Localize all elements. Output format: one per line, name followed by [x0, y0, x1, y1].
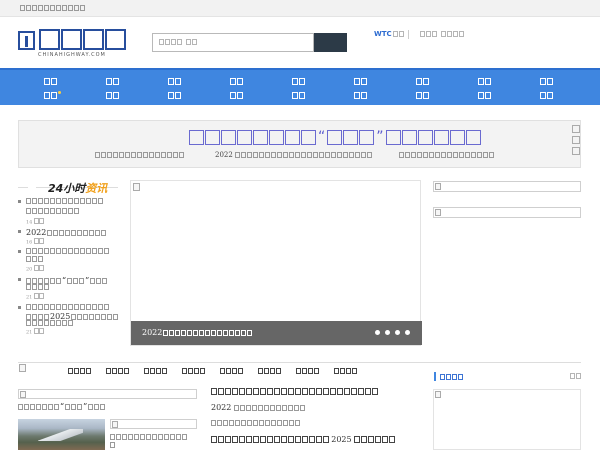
section-tab[interactable] [334, 367, 372, 375]
mid-news-headline[interactable] [211, 387, 378, 395]
broken-image-icon [20, 391, 26, 398]
logo-wordmark [39, 29, 126, 50]
feature-caption[interactable]: “” [18, 402, 106, 411]
nav-item[interactable] [540, 91, 553, 100]
slider-dot[interactable] [405, 330, 410, 335]
top-utility-bar [0, 0, 600, 17]
hot-dot-icon [58, 91, 61, 94]
right-ad-image[interactable] [433, 389, 581, 450]
nav-item[interactable] [230, 77, 243, 86]
slider-caption[interactable]: 2022 [131, 321, 422, 345]
nav-item[interactable] [106, 77, 119, 86]
headline-title[interactable]: “” [189, 129, 481, 145]
nav-item[interactable] [168, 77, 181, 86]
right-section-title[interactable] [434, 372, 463, 381]
nav-item[interactable] [540, 77, 553, 86]
nav-item[interactable] [416, 91, 429, 100]
top-utility-text[interactable] [20, 5, 85, 11]
ad-image[interactable] [433, 207, 581, 218]
thumb-image[interactable] [110, 419, 197, 429]
nav-item[interactable] [292, 77, 305, 86]
site-logo[interactable]: CHINAHIGHWAY.COM [18, 29, 126, 59]
logo-subtitle: CHINAHIGHWAY.COM [38, 52, 106, 58]
broken-image-icon [435, 183, 441, 190]
nav-item[interactable] [354, 91, 367, 100]
header-divider [408, 30, 409, 39]
section-tab[interactable] [106, 367, 144, 375]
section-tab[interactable] [296, 367, 334, 375]
search-input[interactable] [152, 33, 314, 52]
headline-slider[interactable]: 2022 [130, 180, 422, 346]
section-tab[interactable] [220, 367, 258, 375]
wtc-link[interactable]: WTC [374, 30, 404, 38]
thumb-caption[interactable] [110, 433, 197, 449]
nav-item[interactable] [44, 77, 57, 86]
slider-dot[interactable] [375, 330, 380, 335]
broken-image-icon [19, 364, 26, 372]
nav-item[interactable] [168, 91, 181, 100]
section-divider [18, 362, 581, 363]
nav-item[interactable] [416, 77, 429, 86]
headline-banner: “” 2022 [18, 120, 581, 168]
search-placeholder [159, 39, 197, 45]
feature-image[interactable] [18, 389, 197, 399]
nav-item[interactable] [478, 91, 491, 100]
headline-sub-1[interactable] [95, 151, 184, 159]
section-tab[interactable] [68, 367, 106, 375]
section-tab[interactable] [182, 367, 220, 375]
slider-dot[interactable] [385, 330, 390, 335]
broken-image-icon [435, 391, 441, 398]
headline-sub-2[interactable]: 2022 [215, 151, 373, 159]
nav-item-hot[interactable] [44, 91, 61, 100]
news-24h-title: 24小时资讯 [48, 182, 108, 195]
ad-image[interactable] [433, 181, 581, 192]
header-links[interactable] [420, 30, 464, 38]
nav-item[interactable] [230, 91, 243, 100]
landscape-photo[interactable] [18, 419, 105, 450]
nav-item[interactable] [292, 91, 305, 100]
mid-news-item[interactable] [211, 419, 300, 427]
mid-news-headline[interactable]: 2025 [211, 435, 395, 444]
banner-side-tabs[interactable] [572, 125, 580, 155]
section-tab[interactable] [144, 367, 182, 375]
nav-item[interactable] [106, 91, 119, 100]
slider-dots[interactable] [375, 330, 410, 335]
broken-image-icon [435, 209, 441, 216]
chinahighway-logo-icon [18, 31, 35, 50]
headline-sub-3[interactable] [399, 151, 494, 159]
section-tab[interactable] [258, 367, 296, 375]
search-button[interactable] [314, 33, 347, 52]
broken-image-icon [112, 421, 118, 428]
slider-dot[interactable] [395, 330, 400, 335]
right-section-more-link[interactable] [570, 372, 581, 380]
broken-image-icon [133, 183, 140, 191]
nav-item[interactable] [478, 77, 491, 86]
section-tabs [68, 367, 372, 375]
nav-item[interactable] [354, 77, 367, 86]
main-nav [0, 68, 600, 105]
mid-news-item[interactable]: 2022 [211, 403, 305, 412]
